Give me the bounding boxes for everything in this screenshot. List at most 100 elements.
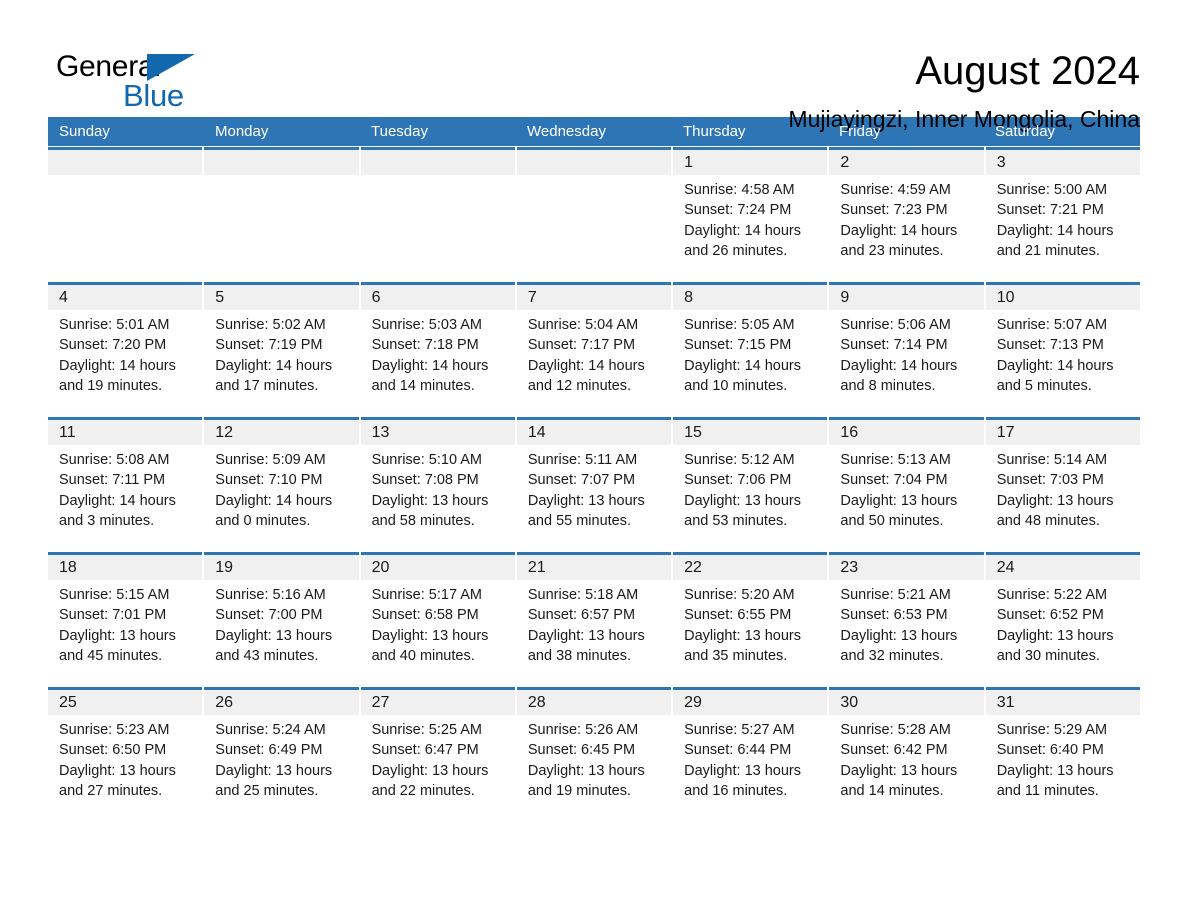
day-number-band: 23 <box>829 555 984 580</box>
day-cell[interactable]: 24 Sunrise: 5:22 AM Sunset: 6:52 PM Dayligh… <box>985 552 1140 686</box>
day-cell-empty <box>516 147 672 281</box>
daylight-text-line1: Daylight: 13 hours <box>840 762 958 779</box>
daylight-text-line2: and 19 minutes. <box>59 378 163 395</box>
day-details: Sunrise: 5:26 AM Sunset: 6:45 PM Daylight:… <box>517 715 671 821</box>
sunset-text: Sunset: 6:42 PM <box>840 742 948 759</box>
day-cell[interactable]: 28 Sunrise: 5:26 AM Sunset: 6:45 PM Dayligh… <box>516 687 672 821</box>
day-cell[interactable]: 4 Sunrise: 5:01 AM Sunset: 7:20 PM Daylight… <box>48 282 203 416</box>
sunset-text: Sunset: 6:49 PM <box>215 742 323 759</box>
daylight-text-line1: Daylight: 13 hours <box>371 762 489 779</box>
day-details: Sunrise: 5:00 AM Sunset: 7:21 PM Daylight:… <box>986 175 1140 281</box>
day-cell[interactable]: 3 Sunrise: 5:00 AM Sunset: 7:21 PM Daylight… <box>985 147 1140 281</box>
daylight-text-line2: and 48 minutes. <box>996 513 1100 530</box>
day-cell[interactable]: 25 Sunrise: 5:23 AM Sunset: 6:50 PM Dayligh… <box>48 687 203 821</box>
weekday-header-row: Sunday Monday Tuesday Wednesday Thursday Frid… <box>48 117 1140 146</box>
day-cell[interactable]: 2 Sunrise: 4:59 AM Sunset: 7:23 PM Daylight… <box>829 147 984 281</box>
calendar-week-row: 4 Sunrise: 5:01 AM Sunset: 7:20 PM Daylight… <box>48 282 1140 416</box>
sunset-text: Sunset: 6:45 PM <box>527 742 636 759</box>
day-cell[interactable]: 1 Sunrise: 4:58 AM Sunset: 7:24 PM Daylight… <box>673 147 828 281</box>
daylight-text-line1: Daylight: 14 hours <box>684 222 801 239</box>
sunrise-text: Sunrise: 5:11 AM <box>527 452 638 468</box>
day-number-band: 26 <box>204 690 359 715</box>
sunset-text: Sunset: 7:20 PM <box>59 337 167 354</box>
sunset-text: Sunset: 7:01 PM <box>59 607 167 624</box>
sunrise-text: Sunrise: 5:04 AM <box>527 317 639 333</box>
day-number: 21 <box>527 559 546 576</box>
daylight-text-line2: and 27 minutes. <box>59 783 163 800</box>
sunset-text: Sunset: 7:17 PM <box>527 337 636 354</box>
daylight-text-line2: and 17 minutes. <box>215 378 319 395</box>
page-header: General Blue August 2024 Mujiayingzi, In… <box>48 0 1140 132</box>
daylight-text-line1: Daylight: 13 hours <box>215 627 333 644</box>
day-details: Sunrise: 5:01 AM Sunset: 7:20 PM Daylight:… <box>48 310 202 416</box>
day-cell[interactable]: 27 Sunrise: 5:25 AM Sunset: 6:47 PM Dayligh… <box>360 687 515 821</box>
day-cell[interactable]: 21 Sunrise: 5:18 AM Sunset: 6:57 PM Dayligh… <box>516 552 672 686</box>
day-number-band: 4 <box>48 285 203 310</box>
day-details: Sunrise: 5:25 AM Sunset: 6:47 PM Daylight:… <box>361 715 515 821</box>
day-number: 6 <box>371 289 381 306</box>
day-cell[interactable]: 11 Sunrise: 5:08 AM Sunset: 7:11 PM Dayligh… <box>48 417 203 551</box>
daylight-text-line1: Daylight: 13 hours <box>371 627 489 644</box>
day-cell[interactable]: 16 Sunrise: 5:13 AM Sunset: 7:04 PM Dayligh… <box>829 417 984 551</box>
day-number-band: 2 <box>829 150 984 175</box>
day-cell[interactable]: 15 Sunrise: 5:12 AM Sunset: 7:06 PM Dayligh… <box>673 417 828 551</box>
day-cell[interactable]: 10 Sunrise: 5:07 AM Sunset: 7:13 PM Dayligh… <box>985 282 1140 416</box>
day-number-band <box>360 150 515 175</box>
day-number-band: 6 <box>360 285 515 310</box>
logo-text-blue: Blue <box>123 78 184 113</box>
sunrise-text: Sunrise: 5:21 AM <box>840 587 951 603</box>
daylight-text-line2: and 43 minutes. <box>215 648 319 665</box>
day-number: 8 <box>684 289 694 306</box>
day-cell[interactable]: 18 Sunrise: 5:15 AM Sunset: 7:01 PM Dayligh… <box>48 552 203 686</box>
day-cell[interactable]: 13 Sunrise: 5:10 AM Sunset: 7:08 PM Dayligh… <box>360 417 515 551</box>
day-cell[interactable]: 8 Sunrise: 5:05 AM Sunset: 7:15 PM Daylight… <box>673 282 828 416</box>
sunset-text: Sunset: 7:15 PM <box>684 337 792 354</box>
sunset-text: Sunset: 6:57 PM <box>527 607 636 624</box>
day-number: 31 <box>996 694 1015 711</box>
day-cell[interactable]: 20 Sunrise: 5:17 AM Sunset: 6:58 PM Dayligh… <box>360 552 515 686</box>
day-number-band: 21 <box>516 555 672 580</box>
day-cell[interactable]: 23 Sunrise: 5:21 AM Sunset: 6:53 PM Dayligh… <box>829 552 984 686</box>
daylight-text-line1: Daylight: 14 hours <box>59 357 176 374</box>
day-number-band: 5 <box>204 285 359 310</box>
day-number: 2 <box>840 154 850 171</box>
day-cell[interactable]: 19 Sunrise: 5:16 AM Sunset: 7:00 PM Dayligh… <box>204 552 359 686</box>
sunrise-text: Sunrise: 4:59 AM <box>840 182 951 198</box>
day-cell[interactable]: 12 Sunrise: 5:09 AM Sunset: 7:10 PM Dayligh… <box>204 417 359 551</box>
day-cell[interactable]: 9 Sunrise: 5:06 AM Sunset: 7:14 PM Daylight… <box>829 282 984 416</box>
sunset-text: Sunset: 7:08 PM <box>371 472 479 489</box>
day-cell[interactable]: 29 Sunrise: 5:27 AM Sunset: 6:44 PM Dayligh… <box>673 687 828 821</box>
day-cell[interactable]: 31 Sunrise: 5:29 AM Sunset: 6:40 PM Dayligh… <box>985 687 1140 821</box>
sunset-text: Sunset: 6:44 PM <box>684 742 792 759</box>
day-cell[interactable]: 7 Sunrise: 5:04 AM Sunset: 7:17 PM Daylight… <box>516 282 672 416</box>
day-number: 19 <box>215 559 234 576</box>
day-cell[interactable]: 17 Sunrise: 5:14 AM Sunset: 7:03 PM Dayligh… <box>985 417 1140 551</box>
day-details: Sunrise: 5:05 AM Sunset: 7:15 PM Daylight:… <box>673 310 827 416</box>
day-details: Sunrise: 5:28 AM Sunset: 6:42 PM Daylight:… <box>829 715 983 821</box>
day-number-band: 31 <box>985 690 1140 715</box>
sunset-text: Sunset: 7:07 PM <box>527 472 636 489</box>
daylight-text-line2: and 58 minutes. <box>371 513 475 530</box>
day-number: 5 <box>215 289 225 306</box>
day-number-band: 19 <box>204 555 359 580</box>
daylight-text-line1: Daylight: 14 hours <box>527 357 645 374</box>
day-cell[interactable]: 6 Sunrise: 5:03 AM Sunset: 7:18 PM Daylight… <box>360 282 515 416</box>
day-cell[interactable]: 5 Sunrise: 5:02 AM Sunset: 7:19 PM Daylight… <box>204 282 359 416</box>
day-cell[interactable]: 22 Sunrise: 5:20 AM Sunset: 6:55 PM Dayligh… <box>673 552 828 686</box>
calendar-week-row: 11 Sunrise: 5:08 AM Sunset: 7:11 PM Dayligh… <box>48 417 1140 551</box>
daylight-text-line2: and 3 minutes. <box>59 513 155 530</box>
day-number-band <box>516 150 672 175</box>
daylight-text-line1: Daylight: 14 hours <box>996 222 1114 239</box>
sunset-text: Sunset: 6:55 PM <box>684 607 792 624</box>
calendar-week-row: 18 Sunrise: 5:15 AM Sunset: 7:01 PM Dayligh… <box>48 552 1140 686</box>
day-number-band: 28 <box>516 690 672 715</box>
day-cell[interactable]: 30 Sunrise: 5:28 AM Sunset: 6:42 PM Dayligh… <box>829 687 984 821</box>
day-number: 29 <box>684 694 702 711</box>
sunrise-text: Sunrise: 5:29 AM <box>996 722 1108 738</box>
day-details: Sunrise: 5:04 AM Sunset: 7:17 PM Daylight:… <box>517 310 671 416</box>
daylight-text-line2: and 14 minutes. <box>371 378 475 395</box>
calendar-weeks: 1 Sunrise: 4:58 AM Sunset: 7:24 PM Daylight… <box>48 147 1140 821</box>
day-cell[interactable]: 26 Sunrise: 5:24 AM Sunset: 6:49 PM Dayligh… <box>204 687 359 821</box>
day-cell[interactable]: 14 Sunrise: 5:11 AM Sunset: 7:07 PM Dayligh… <box>516 417 672 551</box>
day-number-band: 10 <box>985 285 1140 310</box>
